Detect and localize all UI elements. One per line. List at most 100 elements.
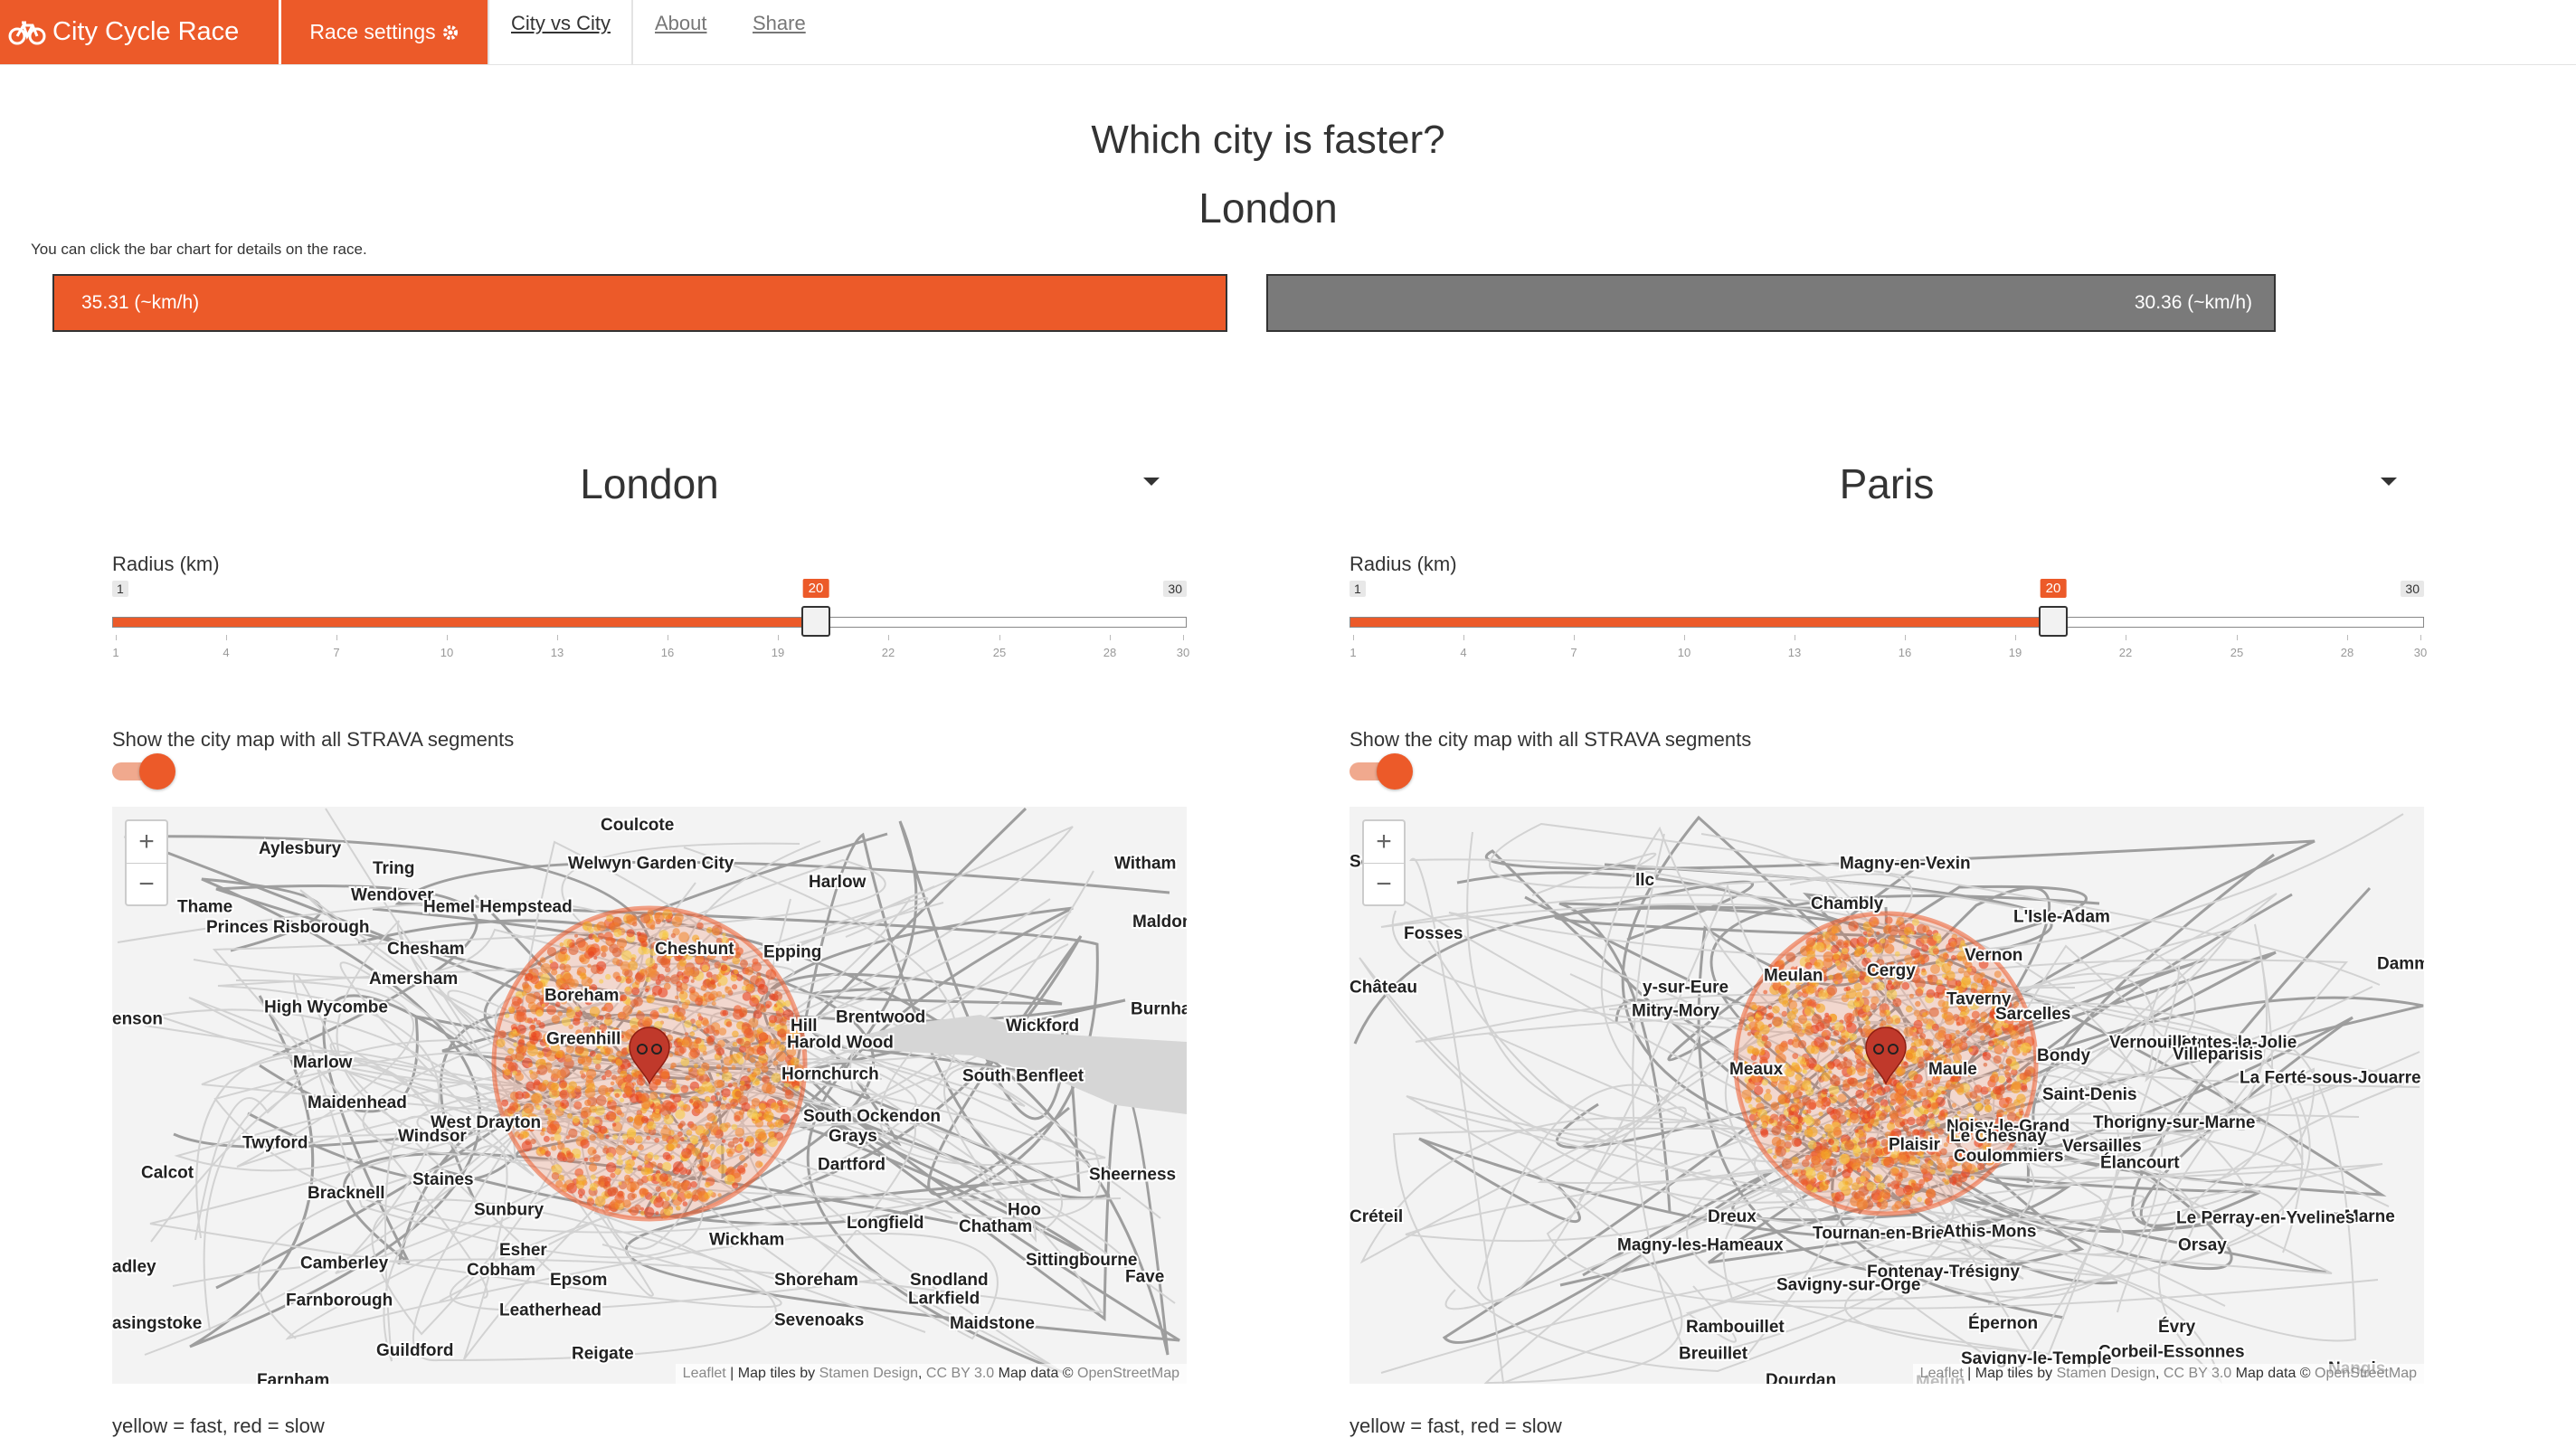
segment-dot[interactable]: [1889, 1167, 1899, 1177]
segment-dot[interactable]: [706, 1112, 715, 1121]
segment-dot[interactable]: [1916, 1095, 1922, 1102]
segment-dot[interactable]: [694, 1088, 698, 1093]
segment-dot[interactable]: [555, 1050, 564, 1058]
segment-dot[interactable]: [527, 1045, 538, 1056]
leaflet-link[interactable]: Leaflet: [683, 1366, 726, 1381]
segment-dot[interactable]: [589, 1006, 601, 1017]
segment-dot[interactable]: [2000, 979, 2005, 983]
segment-dot[interactable]: [663, 1114, 674, 1125]
segment-dot[interactable]: [1831, 1050, 1835, 1055]
segment-dot[interactable]: [680, 998, 686, 1003]
segment-dot[interactable]: [606, 914, 614, 922]
segment-dot[interactable]: [567, 1112, 573, 1119]
segment-dot[interactable]: [612, 1134, 618, 1140]
leaflet-link[interactable]: Leaflet: [1920, 1366, 1964, 1381]
segment-dot[interactable]: [1828, 1139, 1834, 1146]
segment-dot[interactable]: [649, 1114, 654, 1119]
segment-dot[interactable]: [1929, 1168, 1936, 1175]
segment-dot[interactable]: [1802, 1080, 1812, 1090]
segment-dot[interactable]: [1815, 1022, 1825, 1032]
license-link[interactable]: CC BY 3.0: [2164, 1366, 2231, 1381]
segment-dot[interactable]: [1896, 916, 1905, 925]
segment-dot[interactable]: [643, 947, 650, 955]
segment-dot[interactable]: [697, 1000, 703, 1007]
segment-dot[interactable]: [620, 994, 627, 1002]
segment-dot[interactable]: [735, 1144, 743, 1151]
segment-dot[interactable]: [1890, 1180, 1900, 1190]
segment-dot[interactable]: [2012, 1081, 2022, 1091]
segment-dot[interactable]: [674, 913, 684, 922]
segment-dot[interactable]: [672, 1180, 681, 1189]
segment-dot[interactable]: [1857, 1067, 1866, 1076]
segment-dot[interactable]: [1903, 1185, 1914, 1196]
segment-dot[interactable]: [589, 1157, 595, 1163]
segment-dot[interactable]: [1950, 941, 1957, 948]
segment-dot[interactable]: [620, 950, 632, 961]
segment-dot[interactable]: [1826, 1107, 1835, 1115]
segment-dot[interactable]: [696, 1067, 706, 1076]
segment-dot[interactable]: [678, 959, 687, 967]
segment-dot[interactable]: [624, 1159, 630, 1165]
segment-dot[interactable]: [1993, 1085, 2002, 1095]
segment-dot[interactable]: [1768, 1118, 1775, 1124]
segment-dot[interactable]: [1895, 1105, 1900, 1112]
segment-dot[interactable]: [670, 1065, 675, 1070]
segment-dot[interactable]: [615, 1059, 623, 1066]
slider-handle[interactable]: [2039, 606, 2068, 637]
segment-dot[interactable]: [1832, 1146, 1838, 1152]
segment-dot[interactable]: [725, 1021, 733, 1027]
segment-dot[interactable]: [1862, 931, 1868, 936]
segment-dot[interactable]: [1848, 1013, 1852, 1017]
segment-dot[interactable]: [638, 1074, 643, 1080]
segment-dot[interactable]: [1990, 1074, 1999, 1083]
segment-dot[interactable]: [1979, 1035, 1985, 1041]
segment-dot[interactable]: [1744, 1027, 1748, 1032]
segment-dot[interactable]: [688, 1099, 694, 1103]
segment-dot[interactable]: [551, 1068, 562, 1079]
segment-dot[interactable]: [753, 1067, 762, 1076]
segment-dot[interactable]: [505, 1013, 510, 1018]
segment-dot[interactable]: [650, 1161, 657, 1168]
segment-dot[interactable]: [655, 1108, 660, 1114]
segment-dot[interactable]: [1806, 1126, 1818, 1138]
segment-dot[interactable]: [605, 1134, 610, 1140]
segment-dot[interactable]: [1898, 1154, 1908, 1164]
segment-dot[interactable]: [776, 999, 785, 1008]
segment-dot[interactable]: [610, 1199, 620, 1209]
segment-dot[interactable]: [757, 984, 769, 995]
segment-dot[interactable]: [649, 1091, 658, 1101]
segment-dot[interactable]: [1837, 1168, 1842, 1172]
segment-dot[interactable]: [1767, 1012, 1775, 1018]
segment-dot[interactable]: [558, 1080, 568, 1089]
segment-dot[interactable]: [521, 1140, 533, 1152]
segment-dot[interactable]: [637, 1178, 644, 1186]
segment-dot[interactable]: [1767, 1005, 1773, 1010]
segment-dot[interactable]: [727, 1083, 734, 1088]
segment-dot[interactable]: [1894, 951, 1900, 957]
segment-dot[interactable]: [1917, 923, 1927, 934]
segment-dot[interactable]: [1896, 1067, 1902, 1074]
segment-dot[interactable]: [2006, 1077, 2012, 1083]
segment-dot[interactable]: [1806, 1109, 1812, 1114]
segment-dot[interactable]: [1821, 1072, 1831, 1082]
segment-dot[interactable]: [1951, 1102, 1957, 1108]
segment-dot[interactable]: [1833, 1127, 1842, 1136]
segment-dot[interactable]: [2019, 1031, 2024, 1037]
segment-dot[interactable]: [614, 1093, 620, 1098]
segment-dot[interactable]: [1846, 1121, 1852, 1126]
segment-dot[interactable]: [710, 990, 718, 999]
segment-dot[interactable]: [1844, 970, 1854, 979]
segment-dot[interactable]: [594, 1119, 600, 1124]
segment-dot[interactable]: [1804, 1006, 1815, 1017]
segment-dot[interactable]: [1839, 1153, 1850, 1165]
segment-dot[interactable]: [730, 1098, 739, 1107]
segment-dot[interactable]: [513, 1042, 518, 1047]
segment-dot[interactable]: [1885, 916, 1893, 924]
segment-dot[interactable]: [1925, 1024, 1931, 1030]
segment-dot[interactable]: [670, 932, 677, 939]
segment-dot[interactable]: [587, 1147, 597, 1156]
segment-dot[interactable]: [1821, 1149, 1832, 1159]
segment-dot[interactable]: [710, 1095, 717, 1102]
segment-dot[interactable]: [698, 1016, 704, 1021]
segment-dot[interactable]: [618, 1181, 622, 1186]
